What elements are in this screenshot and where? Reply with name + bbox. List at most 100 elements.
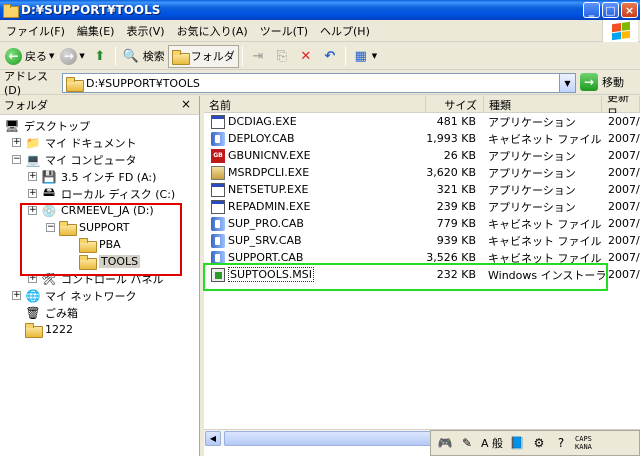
move-to-button[interactable]: ⇥	[246, 45, 270, 68]
window-controls: _ □ ×	[583, 2, 638, 18]
column-header-name[interactable]: 名前	[204, 96, 426, 113]
address-label: アドレス(D)	[4, 70, 48, 97]
copy-to-button[interactable]: ⎘	[270, 45, 294, 68]
tree-item[interactable]: + 🌐 マイ ネットワーク	[12, 287, 137, 304]
views-button[interactable]: ▦ ▼	[349, 45, 380, 68]
windows-logo-icon	[602, 20, 638, 42]
file-type: アプリケーション	[488, 115, 576, 129]
file-type: アプリケーション	[488, 183, 576, 197]
file-name: REPADMIN.EXE	[228, 200, 311, 213]
exe-file-icon	[211, 182, 225, 197]
expand-icon[interactable]: +	[12, 291, 21, 300]
ime-dictionary-icon[interactable]: 📘	[509, 435, 525, 451]
column-header-date[interactable]: 更新日	[602, 96, 640, 113]
address-input[interactable]: D:¥SUPPORT¥TOOLS ▼	[62, 73, 576, 93]
tree-item[interactable]: + 🖴 ローカル ディスク (C:)	[28, 185, 175, 202]
minimize-button[interactable]: _	[583, 2, 600, 18]
folder-icon	[25, 322, 43, 338]
file-name-cell: GB GBUNICNV.EXE	[204, 148, 422, 163]
back-button[interactable]: ← 戻る ▼	[2, 45, 57, 68]
maximize-button[interactable]: □	[602, 2, 619, 18]
caps-kana-indicator: CAPS KANA	[575, 435, 592, 451]
file-date: 2007/	[608, 217, 640, 230]
search-button[interactable]: 🔍 検索	[119, 45, 168, 68]
up-folder-button[interactable]: ⬆	[88, 45, 112, 68]
folder-pane-title: フォルダ	[4, 99, 48, 112]
address-value: D:¥SUPPORT¥TOOLS	[86, 76, 200, 90]
expand-icon[interactable]: +	[28, 189, 37, 198]
file-date: 2007/	[608, 234, 640, 247]
scroll-thumb[interactable]	[224, 431, 454, 446]
file-name-cell: NETSETUP.EXE	[204, 182, 422, 197]
file-row[interactable]: DCDIAG.EXE 481 KB アプリケーション 2007/	[204, 113, 640, 130]
tree-item-label: マイ ネットワーク	[45, 289, 137, 303]
address-dropdown-icon[interactable]: ▼	[559, 74, 575, 92]
tree-item-label: ごみ箱	[45, 306, 78, 320]
menu-tools[interactable]: ツール(T)	[254, 23, 314, 39]
tree-item[interactable]: + 📁 マイ ドキュメント	[12, 134, 137, 151]
menu-favorites[interactable]: お気に入り(A)	[171, 23, 254, 39]
folder-pane-close-icon[interactable]: ×	[181, 97, 191, 111]
toolbar-separator	[114, 46, 116, 66]
file-row[interactable]: SUP_SRV.CAB 939 KB キャビネット ファイル 2007/	[204, 232, 640, 249]
close-button[interactable]: ×	[621, 2, 638, 18]
forward-button[interactable]: → ▼	[57, 45, 87, 68]
ime-input-icon[interactable]: 🎮	[437, 435, 453, 451]
tree-item[interactable]: 🖥 デスクトップ	[4, 117, 90, 134]
go-button[interactable]: → 移動	[580, 73, 624, 91]
msrd-file-icon	[211, 165, 225, 180]
toolbar: ← 戻る ▼ → ▼ ⬆ 🔍 検索 フォルダ ⇥ ⎘ ✕ ↶ ▦ ▼	[0, 43, 640, 70]
file-type: アプリケーション	[488, 200, 576, 214]
tree-item-label: マイ ドキュメント	[45, 136, 137, 150]
file-name: DEPLOY.CAB	[228, 132, 295, 145]
toolbar-separator	[241, 46, 243, 66]
tree-item-label: マイ コンピュータ	[45, 153, 137, 167]
back-dropdown-icon[interactable]: ▼	[49, 52, 54, 60]
ime-settings-icon[interactable]: ⚙	[531, 435, 547, 451]
column-header-size[interactable]: サイズ	[426, 96, 484, 113]
back-arrow-icon: ←	[5, 47, 22, 65]
menu-file[interactable]: ファイル(F)	[0, 23, 71, 39]
column-headers: 名前 サイズ 種類 更新日	[204, 96, 640, 113]
file-row[interactable]: REPADMIN.EXE 239 KB アプリケーション 2007/	[204, 198, 640, 215]
menu-edit[interactable]: 編集(E)	[71, 23, 121, 39]
folder-app-icon	[3, 4, 19, 18]
file-row[interactable]: GB GBUNICNV.EXE 26 KB アプリケーション 2007/	[204, 147, 640, 164]
file-row[interactable]: SUP_PRO.CAB 779 KB キャビネット ファイル 2007/	[204, 215, 640, 232]
expand-icon[interactable]: +	[28, 172, 37, 181]
file-size: 779 KB	[436, 217, 476, 230]
tree-item-label: 1222	[45, 323, 73, 336]
menu-bar: ファイル(F) 編集(E) 表示(V) お気に入り(A) ツール(T) ヘルプ(…	[0, 20, 640, 42]
up-folder-icon: ⬆	[94, 48, 106, 64]
folder-pane: フォルダ × 🖥 デスクトップ + 📁 マイ ドキュメント − 💻 マイ コンピュータ + 💾 3.…	[0, 96, 200, 456]
exe-file-icon	[211, 114, 225, 129]
ime-help-icon[interactable]: ?	[553, 435, 569, 451]
views-dropdown-icon[interactable]: ▼	[372, 52, 377, 60]
menu-view[interactable]: 表示(V)	[120, 23, 170, 39]
gb-file-icon: GB	[211, 148, 225, 163]
search-icon: 🔍	[122, 48, 139, 64]
delete-button[interactable]: ✕	[294, 45, 318, 68]
undo-button[interactable]: ↶	[318, 45, 342, 68]
forward-dropdown-icon[interactable]: ▼	[79, 52, 84, 60]
folders-button[interactable]: フォルダ	[167, 44, 239, 68]
file-name-cell: DCDIAG.EXE	[204, 114, 422, 129]
menu-help[interactable]: ヘルプ(H)	[314, 23, 376, 39]
file-date: 2007/	[608, 166, 640, 179]
column-header-type[interactable]: 種類	[484, 96, 602, 113]
address-folder-icon	[66, 76, 84, 92]
tree-item[interactable]: 1222	[12, 321, 73, 338]
scroll-left-icon[interactable]: ◀	[205, 431, 221, 446]
tree-item[interactable]: 🗑 ごみ箱	[12, 304, 78, 321]
exe-file-icon	[211, 199, 225, 214]
file-row[interactable]: DEPLOY.CAB 1,993 KB キャビネット ファイル 2007/	[204, 130, 640, 147]
collapse-icon[interactable]: −	[12, 155, 21, 164]
copy-to-icon: ⎘	[276, 48, 287, 64]
tree-item[interactable]: − 💻 マイ コンピュータ	[12, 151, 137, 168]
tree-item-label: デスクトップ	[24, 119, 90, 133]
ime-tool-icon[interactable]: ✎	[459, 435, 475, 451]
file-row[interactable]: MSRDPCLI.EXE 3,620 KB アプリケーション 2007/	[204, 164, 640, 181]
expand-icon[interactable]: +	[12, 138, 21, 147]
ime-mode[interactable]: A 般	[481, 435, 503, 451]
file-row[interactable]: NETSETUP.EXE 321 KB アプリケーション 2007/	[204, 181, 640, 198]
